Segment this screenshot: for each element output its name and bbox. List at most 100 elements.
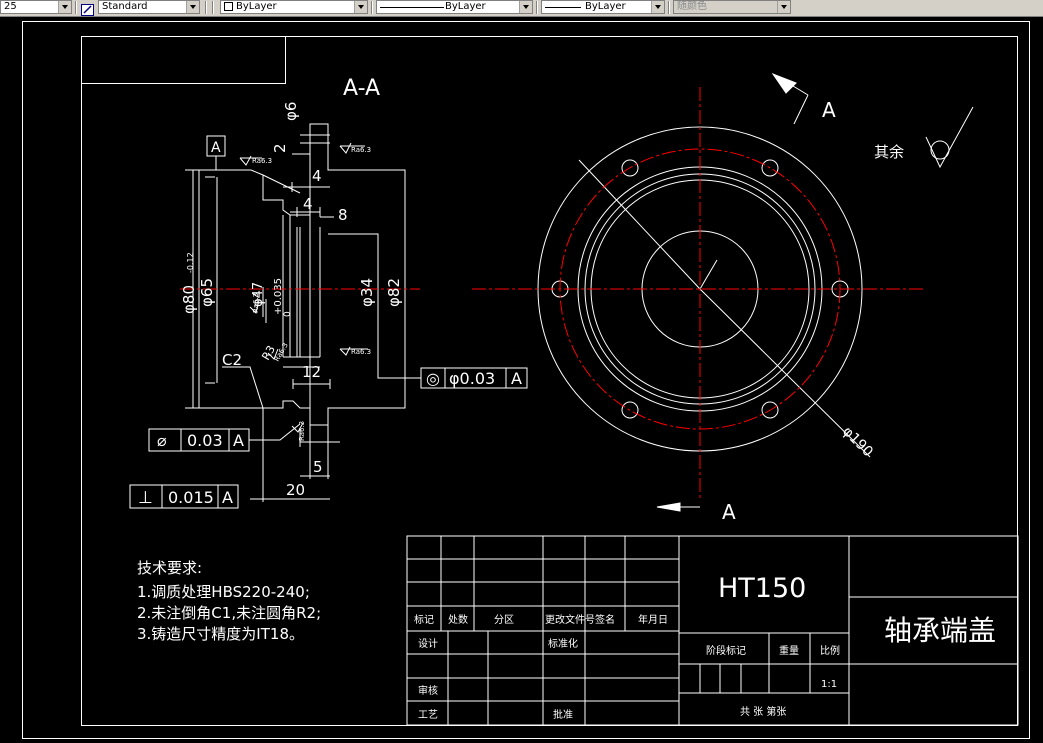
label-design: 设计 [418,637,438,650]
dim-phi82: φ82 [385,278,403,307]
chevron-down-icon [186,1,199,13]
cut-arrow-top-head [771,72,797,94]
label-standardize: 标准化 [548,637,578,650]
dim-tol-upper: +0.035 [273,278,284,315]
toolbar-separator [371,1,373,14]
concentricity-icon: ◎ [426,369,440,388]
linetype-dropdown[interactable]: ByLayer [376,0,533,14]
toolbar-separator [205,1,207,14]
rest-roughness-symbol [925,106,974,169]
dim-phi80: φ80 [180,285,198,314]
dim-line-4a [283,182,330,192]
tech-req-line1: 1.调质处理HBS220-240; [137,583,310,601]
fcf-circ-value: 0.03 [187,431,223,450]
dim-phi34: φ34 [358,278,376,307]
section-view [129,123,528,509]
bevel-line [262,174,301,194]
color-swatch-icon [224,1,233,11]
header-mark: 标记 [414,614,434,626]
circularity-icon: ⌀ [157,431,167,450]
part-name: 轴承端盖 [884,614,996,647]
rest-roughness-circle [930,140,950,160]
label-stage: 阶段标记 [706,644,746,657]
header-count: 处数 [448,613,468,626]
chevron-down-icon [58,1,71,13]
fcf-perp-datum: A [222,488,233,507]
header-signature: 签名 [595,613,615,626]
text-style-icon[interactable] [81,1,94,16]
perpendicularity-icon: ⊥ [138,488,153,508]
layer-color-value: ByLayer [236,1,277,12]
stage-columns [699,633,811,693]
chevron-down-icon [519,1,532,13]
dim-phi65: φ65 [198,278,216,307]
rest-roughness-label: 其余 [874,143,904,161]
cut-arrow-top-shaft [793,94,809,125]
fcf-circ-datum: A [233,431,244,450]
header-zone: 分区 [494,614,514,626]
tech-req-line2: 2.未注倒角C1,未注圆角R2; [137,604,321,622]
runout-leader [377,362,421,379]
roughness-text-4: Ra6.3 [351,348,371,356]
chevron-down-icon [777,1,790,13]
label-scale: 比例 [820,644,840,657]
section-title: A-A [343,76,380,101]
toolbar-separator [75,1,77,14]
dim-phi80-tol: -0.12 [186,252,195,273]
tech-req-heading: 技术要求: [137,559,202,577]
label-review: 审核 [418,684,438,697]
chevron-down-icon [354,1,367,13]
dim-20: 20 [286,481,305,499]
dim-4b: 4 [303,195,313,213]
plot-style-value: 随颜色 [677,1,707,12]
label-approve: 批准 [553,708,573,721]
title-block-dividers [678,536,850,725]
dim-8: 8 [338,206,348,224]
properties-toolbar: 25 Standard ByLayer ByLayer ByLayer 随颜色 [0,0,1043,17]
dim-12: 12 [302,363,321,381]
text-style-value: Standard [102,1,148,12]
label-sheets: 共 张 第张 [740,705,786,718]
linetype-preview [380,7,444,8]
linetype-value: ByLayer [445,1,486,12]
lineweight-value: ByLayer [585,1,626,12]
roughness-text-1: Ra6.3 [252,157,272,165]
datum-a-label: A [211,140,221,156]
toolbar-separator [536,1,538,14]
dim-scale-value: 25 [4,1,17,12]
drawing-area[interactable]: A-A A φ6 2 4 4 8 φ80 -0.12 φ65 φ47 +0.03… [0,17,1043,739]
corner-box [81,36,286,84]
label-weight: 重量 [779,644,799,657]
roughness-text-6: Ra6.3 [298,421,306,441]
cut-arrow-top-line [772,73,809,96]
dim-2: 2 [271,143,289,153]
cut-label-top: A [822,98,836,122]
layer-color-dropdown[interactable]: ByLayer [220,0,368,14]
radius-leader [578,159,718,290]
fcf-perp-value: 0.015 [168,488,214,507]
section-outline [192,123,406,426]
dim-tol-lower: 0 [283,311,293,317]
cut-label-bottom: A [722,500,736,524]
header-change-doc: 更改文件号 [545,613,595,626]
dim-c2: C2 [222,351,242,369]
dim-phi6: φ6 [282,102,300,121]
front-view [537,72,871,512]
chevron-down-icon [651,1,664,13]
toolbar-separator [668,1,670,14]
dim-line-6 [292,134,330,155]
dim-scale-dropdown[interactable]: 25 [0,0,72,14]
lineweight-dropdown[interactable]: ByLayer [541,0,665,14]
centerlines [180,87,925,501]
toolbar-separator [212,1,214,14]
cut-arrow-bottom-head [656,502,681,512]
dim-5: 5 [313,458,323,476]
ra-leader-5 [299,429,340,447]
plot-style-dropdown[interactable]: 随颜色 [673,0,791,14]
roughness-text-2: Ra6.3 [351,146,371,154]
revision-columns [440,536,626,606]
text-style-dropdown[interactable]: Standard [98,0,200,14]
fcf-runout-value: φ0.03 [449,369,495,388]
scale-value: 1:1 [821,679,837,690]
dim-phi190: φ190 [839,424,876,461]
